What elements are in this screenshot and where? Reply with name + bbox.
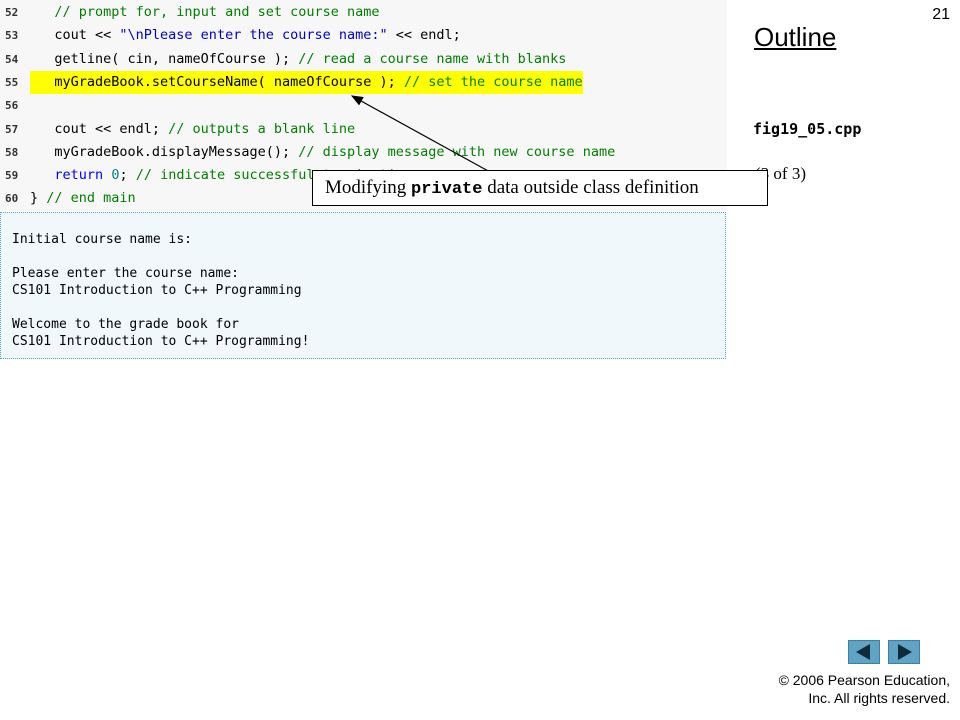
line-number: 53: [5, 29, 19, 43]
highlighted-code-text: myGradeBook.setCourseName( nameOfCourse …: [30, 70, 583, 94]
code-keyword: return: [54, 167, 104, 184]
left-triangle-icon: [856, 644, 870, 660]
code-text: getline( cin, nameOfCourse ); // read a …: [30, 48, 566, 71]
code-token: ;: [119, 167, 136, 184]
file-name: fig19_05.cpp: [753, 120, 862, 138]
code-text: cout << endl; // outputs a blank line: [30, 118, 355, 141]
callout-text-after: data outside class definition: [482, 177, 699, 198]
line-number: 58: [5, 145, 19, 159]
line-number: 52: [5, 6, 19, 19]
code-token: getline( cin, nameOfCourse );: [30, 50, 299, 67]
code-text: myGradeBook.displayMessage(); // display…: [30, 141, 615, 164]
callout-box: Modifying private data outside class def…: [312, 170, 768, 206]
code-text: } // end main: [30, 187, 136, 210]
code-token: myGradeBook.displayMessage();: [30, 143, 299, 160]
code-token: << endl;: [387, 27, 461, 44]
line-number: 57: [5, 122, 19, 136]
outline-title[interactable]: Outline: [754, 22, 836, 53]
code-token: myGradeBook.setCourseName( nameOfCourse …: [30, 73, 404, 90]
code-comment: // end main: [46, 190, 136, 207]
line-number: 60: [5, 192, 19, 206]
right-triangle-icon: [898, 644, 912, 660]
code-token: }: [30, 190, 47, 207]
code-comment: // read a course name with blanks: [298, 50, 567, 67]
line-number: 55: [5, 75, 19, 89]
next-slide-button[interactable]: [888, 640, 920, 664]
code-text: // prompt for, input and set course name: [30, 1, 380, 24]
line-number: 59: [5, 169, 19, 183]
code-comment: // prompt for, input and set course name: [54, 4, 380, 20]
slide-number: 21: [932, 6, 950, 23]
code-comment: // display message with new course name: [298, 143, 616, 160]
code-token: cout << endl;: [30, 120, 169, 137]
callout-text-before: Modifying: [325, 177, 412, 198]
code-comment: // set the course name: [403, 73, 583, 90]
copyright: © 2006 Pearson Education, Inc. All right…: [779, 671, 950, 707]
previous-slide-button[interactable]: [848, 640, 880, 664]
program-output: Initial course name is: Please enter the…: [12, 232, 310, 349]
callout-code: private: [411, 180, 483, 199]
code-comment: // outputs a blank line: [168, 120, 356, 137]
code-string: "\nPlease enter the course name:": [119, 27, 388, 44]
line-number: 56: [5, 99, 19, 113]
code-text: cout << "\nPlease enter the course name:…: [30, 24, 461, 47]
code-token: cout <<: [30, 27, 120, 44]
program-output-panel: Initial course name is: Please enter the…: [0, 212, 726, 359]
copyright-line-1: © 2006 Pearson Education,: [778, 672, 950, 688]
copyright-line-2: Inc. All rights reserved.: [808, 690, 950, 706]
line-number: 54: [5, 52, 19, 66]
